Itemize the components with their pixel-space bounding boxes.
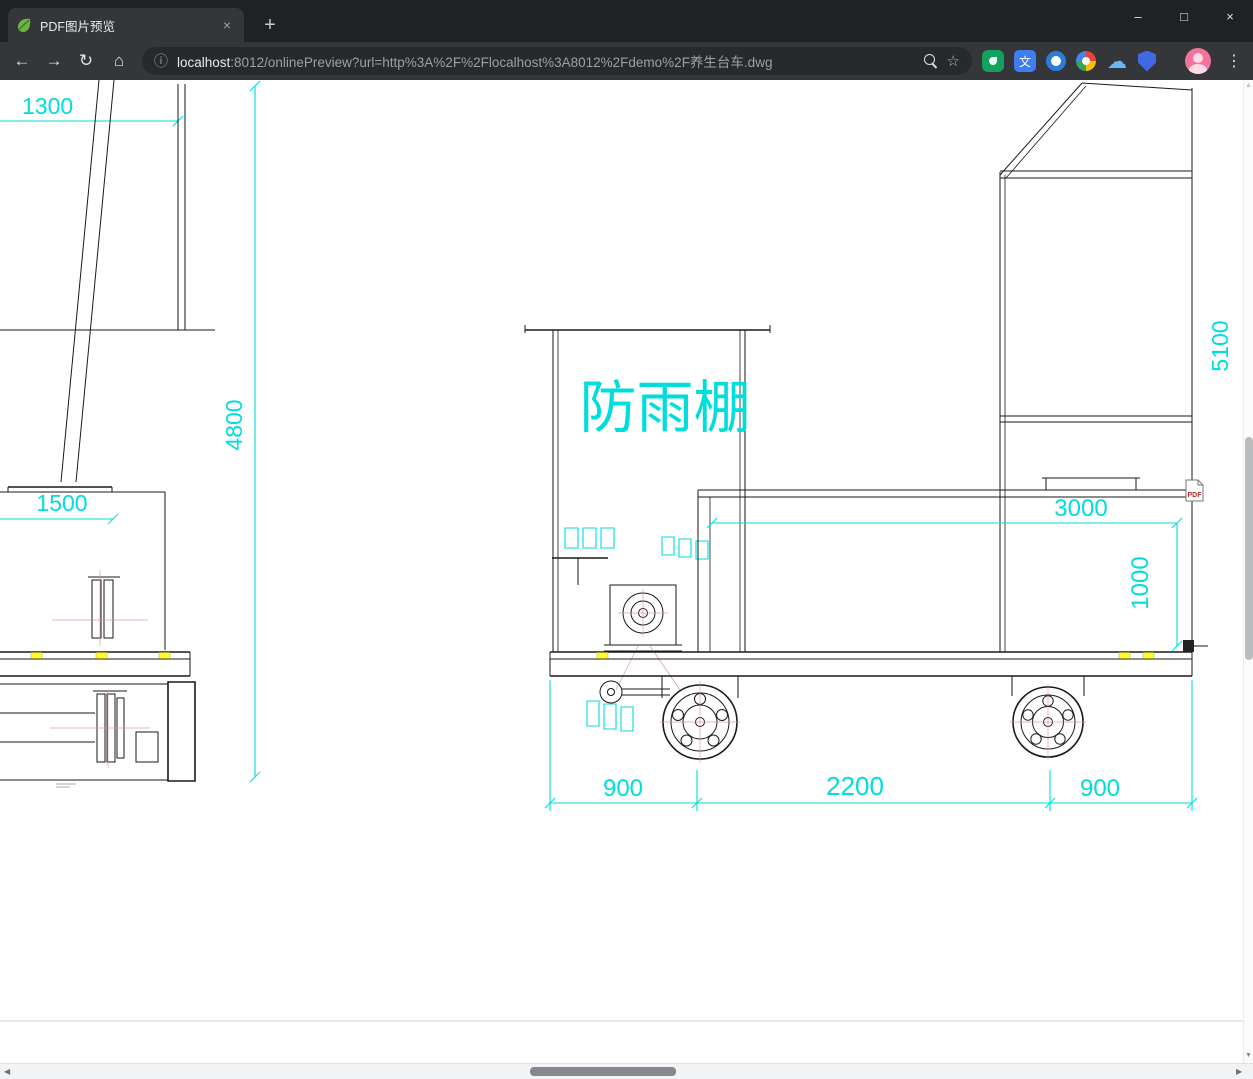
dim-label-900-left: 900: [603, 775, 643, 802]
browser-tab[interactable]: PDF图片预览 ×: [8, 8, 244, 42]
url-path: :8012/onlinePreview?url=http%3A%2F%2Floc…: [230, 55, 773, 70]
right-view: 5100 3000 1000: [698, 83, 1233, 652]
horizontal-scrollbar-thumb[interactable]: [530, 1067, 676, 1076]
forward-icon[interactable]: →: [40, 47, 68, 75]
extension-shield-icon[interactable]: [1138, 50, 1156, 72]
home-icon[interactable]: ⌂: [105, 47, 133, 75]
preview-canvas: 1300 4800 1500 防雨棚 900 2200 900 5100 300…: [0, 80, 1243, 1063]
pdf-badge-label: PDF: [1188, 492, 1203, 499]
maximize-button[interactable]: □: [1161, 0, 1207, 32]
middle-view: 防雨棚 900 2200 900: [525, 325, 1197, 811]
extension-translate-icon[interactable]: 文: [1014, 50, 1036, 72]
dim-label-3000: 3000: [1054, 495, 1107, 522]
vertical-scrollbar-thumb[interactable]: [1245, 437, 1253, 660]
scroll-up-icon[interactable]: ▲: [1244, 82, 1253, 89]
highlight-mark: [1119, 653, 1130, 659]
address-bar[interactable]: ⓘ localhost:8012/onlinePreview?url=http%…: [142, 47, 972, 75]
browser-toolbar: ← → ↻ ⌂ ⓘ localhost:8012/onlinePreview?u…: [0, 42, 1253, 80]
browser-menu-icon[interactable]: ⋮: [1221, 47, 1247, 75]
page-info-icon[interactable]: ⓘ: [154, 51, 168, 71]
scroll-down-icon[interactable]: ▼: [1244, 1052, 1253, 1059]
extension-cloud-icon[interactable]: ☁: [1106, 50, 1128, 73]
cad-drawing: 1300 4800 1500 防雨棚 900 2200 900 5100 300…: [0, 80, 1243, 1063]
profile-avatar[interactable]: [1185, 48, 1211, 74]
new-tab-button[interactable]: +: [256, 11, 284, 39]
scroll-right-icon[interactable]: ▶: [1236, 1067, 1242, 1076]
vertical-scrollbar[interactable]: ▲ ▼: [1243, 80, 1253, 1063]
highlight-mark: [1143, 653, 1154, 659]
extension-colorful-icon[interactable]: [1076, 51, 1096, 71]
window-controls: – □ ×: [1115, 0, 1253, 32]
shelter-label: 防雨棚: [580, 376, 751, 440]
minimize-button[interactable]: –: [1115, 0, 1161, 32]
dim-label-1500: 1500: [36, 490, 87, 516]
zoom-icon[interactable]: [923, 53, 935, 65]
horizontal-scrollbar[interactable]: ◀ ▶: [0, 1063, 1253, 1079]
extension-green-icon[interactable]: [982, 50, 1004, 72]
scroll-left-icon[interactable]: ◀: [4, 1067, 10, 1076]
dim-label-2200: 2200: [826, 771, 884, 801]
dim-label-4800: 4800: [221, 399, 247, 450]
bookmark-star-icon[interactable]: ☆: [947, 52, 960, 70]
tab-title: PDF图片预览: [40, 19, 116, 34]
spring-leaf-favicon: [17, 18, 31, 32]
highlight-mark: [96, 653, 107, 659]
reload-icon[interactable]: ↻: [72, 47, 100, 75]
tab-close-icon[interactable]: ×: [218, 16, 236, 34]
window-titlebar: PDF图片预览 × + – □ ×: [0, 0, 1253, 42]
pdf-float-icon[interactable]: PDF: [1186, 480, 1203, 501]
highlight-mark: [159, 653, 170, 659]
url-text: localhost:8012/onlinePreview?url=http%3A…: [177, 51, 916, 71]
url-host: localhost: [177, 55, 231, 70]
highlight-mark: [597, 653, 608, 659]
extensions-row: 文 ☁: [982, 50, 1156, 73]
dim-label-1300: 1300: [22, 93, 73, 119]
back-icon[interactable]: ←: [8, 47, 36, 75]
extension-blue-ring-icon[interactable]: [1046, 51, 1066, 71]
close-button[interactable]: ×: [1207, 0, 1253, 32]
dim-label-900-right: 900: [1080, 775, 1120, 802]
dim-label-1000: 1000: [1127, 556, 1154, 609]
dim-label-5100: 5100: [1207, 320, 1233, 371]
highlight-mark: [31, 653, 42, 659]
left-view: 1300 4800 1500: [0, 80, 260, 787]
